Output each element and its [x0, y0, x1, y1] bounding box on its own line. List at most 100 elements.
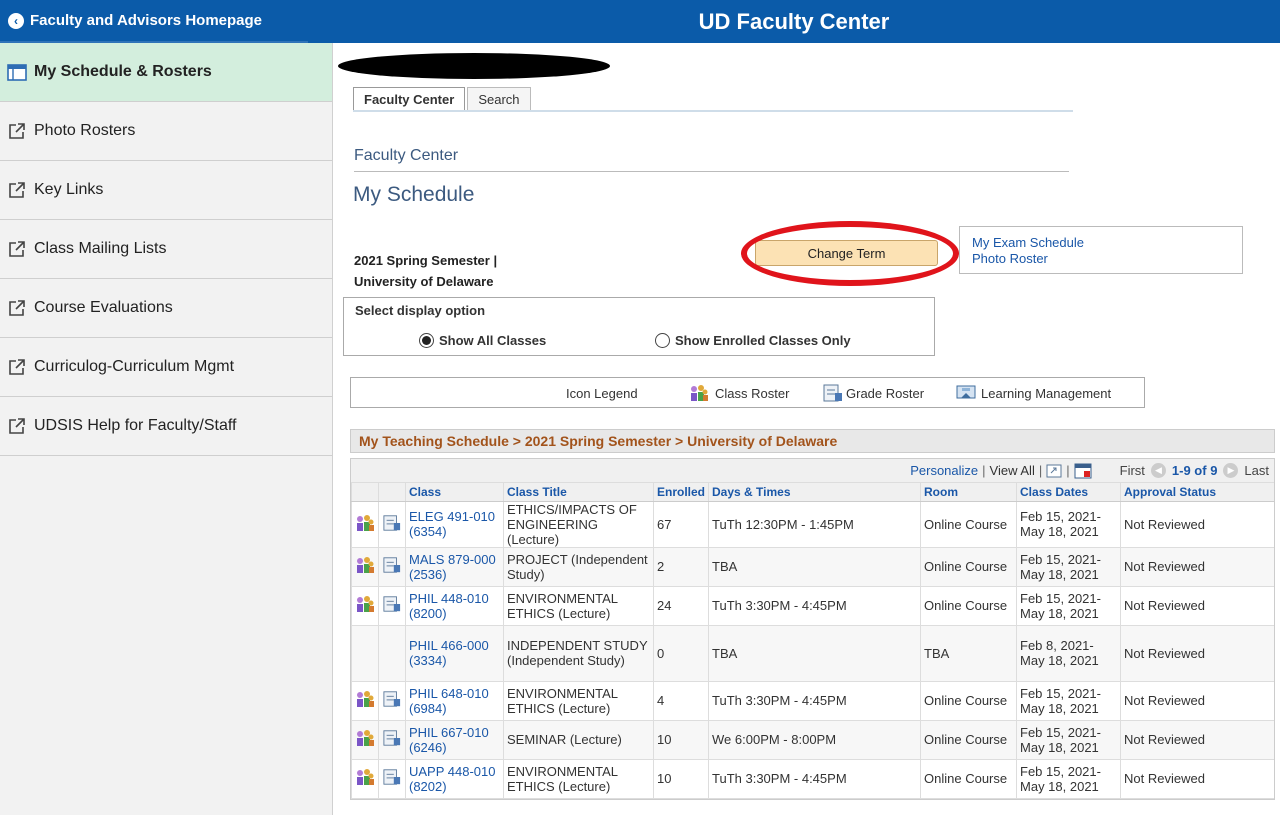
sidebar-item-my-schedule[interactable]: My Schedule & Rosters	[0, 43, 332, 102]
table-row: PHIL 667-010 (6246) SEMINAR (Lecture) 10 …	[351, 720, 1274, 760]
sidebar-item-label: Photo Rosters	[34, 122, 136, 139]
class-cell[interactable]: ELEG 491-010 (6354)	[405, 501, 504, 548]
class-roster-icon[interactable]	[351, 547, 379, 587]
class-number-link[interactable]: (2536)	[409, 567, 447, 582]
class-roster-icon[interactable]	[351, 681, 379, 721]
table-row: PHIL 448-010 (8200) ENVIRONMENTAL ETHICS …	[351, 586, 1274, 626]
class-roster-icon[interactable]	[351, 586, 379, 626]
column-header-class-title[interactable]: Class Title	[503, 483, 654, 502]
days-times-cell: TuTh 12:30PM - 1:45PM	[708, 501, 921, 548]
top-bar: ‹ Faculty and Advisors Homepage UD Facul…	[0, 0, 1280, 43]
enrolled-cell: 24	[652, 586, 709, 626]
column-header-class[interactable]: Class	[405, 483, 504, 502]
view-all-link[interactable]: View All	[990, 463, 1035, 478]
tab-faculty-center[interactable]: Faculty Center	[353, 87, 466, 111]
class-cell[interactable]: PHIL 667-010 (6246)	[405, 720, 504, 760]
external-link-icon	[7, 122, 27, 140]
column-header-grade-icon	[378, 483, 406, 502]
radio-label: Show All Classes	[439, 333, 547, 348]
table-row: MALS 879-000 (2536) PROJECT (Independent …	[351, 547, 1274, 587]
grade-roster-icon[interactable]	[378, 501, 406, 548]
class-roster-icon[interactable]	[351, 759, 379, 799]
class-number-link[interactable]: (8200)	[409, 606, 447, 621]
class-dates-cell: Feb 15, 2021- May 18, 2021	[1016, 720, 1121, 760]
show-all-classes-radio[interactable]: Show All Classes	[419, 333, 546, 348]
zoom-grid-icon[interactable]	[1046, 464, 1062, 478]
class-cell[interactable]: UAPP 448-010 (8202)	[405, 759, 504, 799]
show-enrolled-classes-radio[interactable]: Show Enrolled Classes Only	[655, 333, 851, 348]
chevron-left-icon: ‹	[8, 12, 24, 29]
last-label: Last	[1244, 463, 1269, 478]
class-link[interactable]: PHIL 648-010	[409, 686, 489, 701]
days-times-cell: TuTh 3:30PM - 4:45PM	[708, 681, 921, 721]
class-title-cell: INDEPENDENT STUDY (Independent Study)	[503, 625, 654, 682]
class-dates-cell: Feb 8, 2021- May 18, 2021	[1016, 625, 1121, 682]
column-header-class-dates[interactable]: Class Dates	[1016, 483, 1121, 502]
column-header-days-times[interactable]: Days & Times	[708, 483, 921, 502]
class-number-link[interactable]: (6246)	[409, 740, 447, 755]
grade-roster-icon[interactable]	[378, 681, 406, 721]
previous-page-icon[interactable]: ◀	[1150, 463, 1166, 478]
class-dates-cell: Feb 15, 2021- May 18, 2021	[1016, 681, 1121, 721]
radio-unselected-icon	[655, 333, 670, 348]
external-link-icon	[7, 299, 27, 317]
table-header-row: Class Class Title Enrolled Days & Times …	[351, 483, 1274, 502]
column-header-approval-status[interactable]: Approval Status	[1120, 483, 1274, 502]
sidebar-item-udsis-help[interactable]: UDSIS Help for Faculty/Staff	[0, 397, 332, 456]
sidebar-item-key-links[interactable]: Key Links	[0, 161, 332, 220]
divider: |	[982, 463, 986, 478]
class-link[interactable]: UAPP 448-010	[409, 764, 496, 779]
learning-management-label: Learning Management	[981, 386, 1112, 401]
class-number-link[interactable]: (6354)	[409, 524, 447, 539]
my-exam-schedule-link[interactable]: My Exam Schedule	[972, 235, 1242, 251]
page-range: 1-9 of 9	[1171, 463, 1218, 478]
class-roster-icon[interactable]	[351, 720, 379, 760]
class-roster-icon	[689, 384, 709, 405]
table-row: ELEG 491-010 (6354) ETHICS/IMPACTS OF ENG…	[351, 501, 1274, 548]
class-link[interactable]: PHIL 667-010	[409, 725, 489, 740]
class-link[interactable]: MALS 879-000	[409, 552, 496, 567]
personalize-link[interactable]: Personalize	[910, 463, 978, 478]
table-row: PHIL 466-000 (3334) INDEPENDENT STUDY (In…	[351, 625, 1274, 682]
quick-links: My Exam Schedule Photo Roster	[959, 226, 1243, 274]
room-cell: Online Course	[920, 720, 1017, 760]
class-cell[interactable]: PHIL 466-000 (3334)	[405, 625, 504, 682]
photo-roster-link[interactable]: Photo Roster	[972, 251, 1242, 267]
approval-status-cell: Not Reviewed	[1120, 759, 1274, 799]
back-to-homepage-button[interactable]: ‹ Faculty and Advisors Homepage	[0, 0, 308, 43]
empty-icon-cell	[378, 625, 406, 682]
next-page-icon[interactable]: ▶	[1223, 463, 1239, 478]
grade-roster-icon[interactable]	[378, 586, 406, 626]
tab-bar: Faculty Center Search	[353, 87, 533, 111]
column-header-enrolled[interactable]: Enrolled	[652, 483, 709, 502]
download-grid-icon[interactable]	[1074, 463, 1092, 479]
sidebar-item-curriculog[interactable]: Curriculog-Curriculum Mgmt	[0, 338, 332, 397]
sidebar-item-photo-rosters[interactable]: Photo Rosters	[0, 102, 332, 161]
grade-roster-icon[interactable]	[378, 759, 406, 799]
class-link[interactable]: PHIL 448-010	[409, 591, 489, 606]
class-number-link[interactable]: (8202)	[409, 779, 447, 794]
sidebar-item-course-evaluations[interactable]: Course Evaluations	[0, 279, 332, 338]
class-cell[interactable]: MALS 879-000 (2536)	[405, 547, 504, 587]
grade-roster-icon[interactable]	[378, 720, 406, 760]
breadcrumb-divider	[354, 171, 1069, 172]
class-link[interactable]: ELEG 491-010	[409, 509, 495, 524]
grade-roster-icon[interactable]	[378, 547, 406, 587]
enrolled-cell: 0	[652, 625, 709, 682]
class-link[interactable]: PHIL 466-000	[409, 638, 489, 653]
approval-status-cell: Not Reviewed	[1120, 547, 1274, 587]
divider: |	[1066, 463, 1070, 478]
class-cell[interactable]: PHIL 648-010 (6984)	[405, 681, 504, 721]
class-number-link[interactable]: (6984)	[409, 701, 447, 716]
enrolled-cell: 67	[652, 501, 709, 548]
sidebar-item-class-mailing-lists[interactable]: Class Mailing Lists	[0, 220, 332, 279]
class-roster-icon[interactable]	[351, 501, 379, 548]
room-cell: Online Course	[920, 547, 1017, 587]
enrolled-cell: 4	[652, 681, 709, 721]
class-number-link[interactable]: (3334)	[409, 653, 447, 668]
external-link-icon	[7, 417, 27, 435]
column-header-room[interactable]: Room	[920, 483, 1017, 502]
class-cell[interactable]: PHIL 448-010 (8200)	[405, 586, 504, 626]
approval-status-cell: Not Reviewed	[1120, 681, 1274, 721]
tab-search[interactable]: Search	[467, 87, 531, 111]
